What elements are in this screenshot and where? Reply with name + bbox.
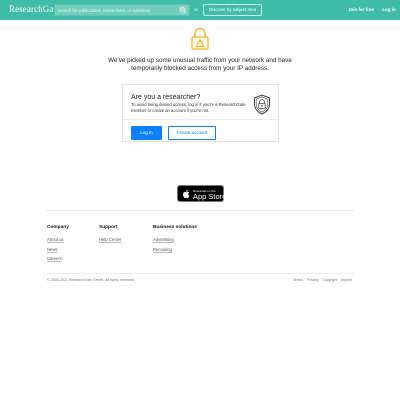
footer-link-about-us[interactable]: About us [47,237,64,242]
card-title: Are you a researcher? [131,94,201,101]
researcher-login-card: Are you a researcher? To avoid being den… [122,84,279,142]
login-button[interactable]: Log in [131,126,162,140]
top-navigation-bar: ResearchGate or Discover by subject area… [0,0,400,20]
copyright-text: © 2008-2021 ResearchGate GmbH. All right… [47,278,135,282]
shield-lock-icon [254,94,270,115]
header-login-link[interactable]: Log in [381,0,397,20]
apple-icon [182,190,190,198]
footer-link-careers[interactable]: Careers [47,256,62,261]
footer-business-title: Business solutions [153,225,197,230]
footer-link-imprint[interactable]: Imprint [341,278,352,282]
search-icon[interactable] [179,6,187,14]
card-description: To avoid being denied access, log in if … [131,102,246,113]
create-account-button[interactable]: Create account [168,126,216,140]
footer-link-advertising[interactable]: Advertising [153,237,174,242]
or-separator: or [194,7,199,12]
footer-bottom-divider [46,273,354,274]
footer-link-recruiting[interactable]: Recruiting [153,247,172,252]
blocked-access-message: We've picked up some unusual traffic fro… [108,57,292,73]
discover-by-subject-button[interactable]: Discover by subject area [203,4,262,16]
join-for-free-button[interactable]: Join for free [343,0,379,20]
footer-link-news[interactable]: News [47,247,57,252]
card-divider [123,119,278,120]
researchgate-logo[interactable]: ResearchGate [9,4,60,14]
app-store-badge[interactable]: Download on the App Store [177,185,227,202]
footer-divider [46,210,354,211]
search-input[interactable] [58,5,176,15]
footer-link-copyright[interactable]: Copyright [322,278,337,282]
footer-link-privacy[interactable]: Privacy [307,278,319,282]
footer-support-title: Support [99,225,118,230]
search-box[interactable] [54,4,190,16]
footer-link-help-center[interactable]: Help Center [99,237,121,242]
footer-link-terms[interactable]: Terms [293,278,303,282]
lock-icon [191,27,209,50]
app-store-large-text: App Store [193,192,227,201]
footer-company-title: Company [47,225,69,230]
